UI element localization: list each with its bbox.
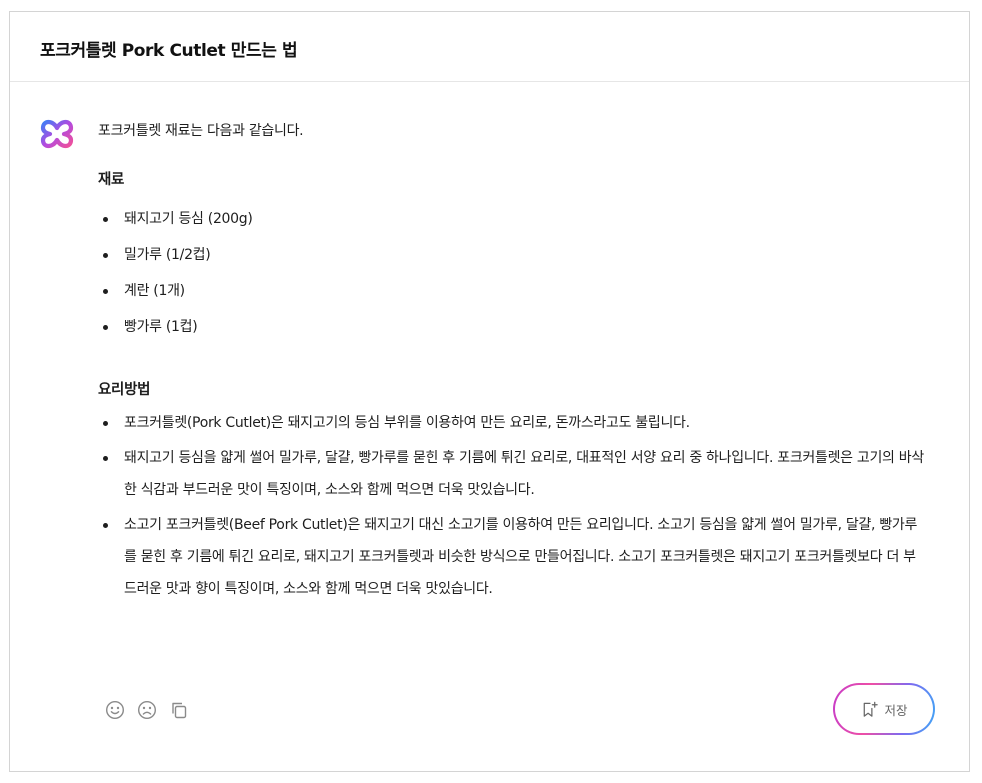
message-intro: 포크커틀렛 재료는 다음과 같습니다.: [98, 123, 304, 139]
list-item: 소고기 포크커틀렛(Beef Pork Cutlet)은 돼지고기 대신 소고기…: [98, 509, 928, 605]
list-item: 밀가루 (1/2컵): [98, 237, 928, 273]
bullet: [103, 217, 108, 222]
ingredients-list: 돼지고기 등심 (200g) 밀가루 (1/2컵) 계란 (1개) 빵가루 (1…: [98, 201, 928, 345]
bullet: [103, 421, 108, 426]
step-text: 포크커틀렛(Pork Cutlet)은 돼지고기의 등심 부위를 이용하여 만든…: [124, 415, 690, 431]
step-text: 돼지고기 등심을 얇게 썰어 밀가루, 달걀, 빵가루를 묻힌 후 기름에 튀긴…: [124, 450, 924, 498]
smile-icon[interactable]: [104, 699, 126, 721]
copy-icon[interactable]: [168, 699, 190, 721]
ingredient-text: 빵가루 (1컵): [124, 319, 198, 335]
list-item: 빵가루 (1컵): [98, 309, 928, 345]
bullet: [103, 253, 108, 258]
bullet: [103, 289, 108, 294]
ingredient-text: 밀가루 (1/2컵): [124, 247, 211, 263]
list-item: 계란 (1개): [98, 273, 928, 309]
method-list: 포크커틀렛(Pork Cutlet)은 돼지고기의 등심 부위를 이용하여 만든…: [98, 407, 928, 605]
bookmark-add-icon: [864, 701, 879, 717]
bullet: [103, 325, 108, 330]
card-header: 포크커틀렛 Pork Cutlet 만드는 법: [10, 12, 969, 82]
save-button-inner: 저장: [835, 685, 933, 733]
ingredient-text: 계란 (1개): [124, 283, 185, 299]
page-title: 포크커틀렛 Pork Cutlet 만드는 법: [40, 41, 298, 61]
list-item: 돼지고기 등심을 얇게 썰어 밀가루, 달걀, 빵가루를 묻힌 후 기름에 튀긴…: [98, 442, 928, 506]
chat-card: 포크커틀렛 Pork Cutlet 만드는 법 포크커틀렛 재료는 다음과 같습…: [9, 11, 970, 772]
step-text: 소고기 포크커틀렛(Beef Pork Cutlet)은 돼지고기 대신 소고기…: [124, 517, 918, 597]
bullet: [103, 456, 108, 461]
message-actions: [104, 699, 190, 721]
method-heading: 요리방법: [98, 382, 151, 398]
save-button[interactable]: 저장: [833, 683, 935, 735]
assistant-logo-icon: [40, 117, 74, 151]
bullet: [103, 523, 108, 528]
frown-icon[interactable]: [136, 699, 158, 721]
list-item: 돼지고기 등심 (200g): [98, 201, 928, 237]
list-item: 포크커틀렛(Pork Cutlet)은 돼지고기의 등심 부위를 이용하여 만든…: [98, 407, 928, 439]
message-content: 포크커틀렛 재료는 다음과 같습니다. 재료 돼지고기 등심 (200g) 밀가…: [98, 120, 928, 608]
ingredients-heading: 재료: [98, 172, 125, 188]
ingredient-text: 돼지고기 등심 (200g): [124, 211, 253, 227]
save-label: 저장: [884, 702, 908, 718]
